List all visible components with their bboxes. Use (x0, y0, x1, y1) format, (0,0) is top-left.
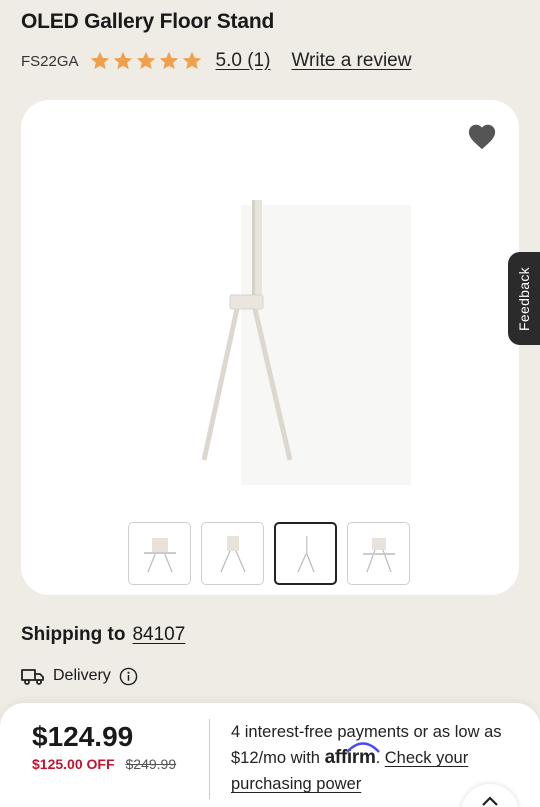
price-bar: $124.99 $125.00 OFF $249.99 4 interest-f… (0, 703, 540, 807)
delivery-label: Delivery (53, 667, 111, 684)
heart-icon[interactable] (467, 122, 497, 150)
thumbnail[interactable] (201, 522, 264, 585)
product-gallery (21, 100, 519, 595)
discount-row: $125.00 OFF $249.99 (32, 756, 176, 772)
star-icon (159, 51, 178, 70)
affirm-message: 4 interest-free payments or as low as $1… (231, 723, 502, 793)
thumbnail[interactable] (128, 522, 191, 585)
feedback-label: Feedback (516, 266, 533, 331)
star-icon (136, 51, 155, 70)
star-icon (113, 51, 132, 70)
thumbnail-strip (128, 522, 410, 585)
write-review-link[interactable]: Write a review (291, 50, 411, 72)
truck-icon (21, 669, 44, 685)
product-title: OLED Gallery Floor Stand (21, 10, 275, 33)
affirm-logo: affirm (325, 742, 380, 768)
chevron-up-icon (482, 796, 498, 806)
feedback-tab[interactable]: Feedback (508, 252, 540, 345)
star-icon (90, 51, 109, 70)
zip-code-link[interactable]: 84107 (132, 624, 185, 646)
thumbnail[interactable] (347, 522, 410, 585)
shipping-row: Shipping to 84107 (21, 624, 185, 646)
product-main-image[interactable] (131, 195, 411, 565)
rating-link[interactable]: 5.0 (1) (216, 50, 271, 72)
star-icon (182, 51, 201, 70)
delivery-row: Delivery (21, 666, 138, 686)
current-price: $124.99 (32, 721, 134, 752)
rating-stars (89, 50, 203, 72)
divider (209, 719, 210, 799)
thumbnail-active[interactable] (274, 522, 337, 585)
original-price: $249.99 (125, 756, 177, 772)
product-meta: FS22GA 5.0 (1) Write a review (21, 47, 411, 75)
product-sku: FS22GA (21, 52, 79, 70)
shipping-label: Shipping to (21, 624, 126, 645)
discount-amount: $125.00 OFF (32, 756, 115, 772)
info-icon[interactable] (119, 667, 138, 686)
